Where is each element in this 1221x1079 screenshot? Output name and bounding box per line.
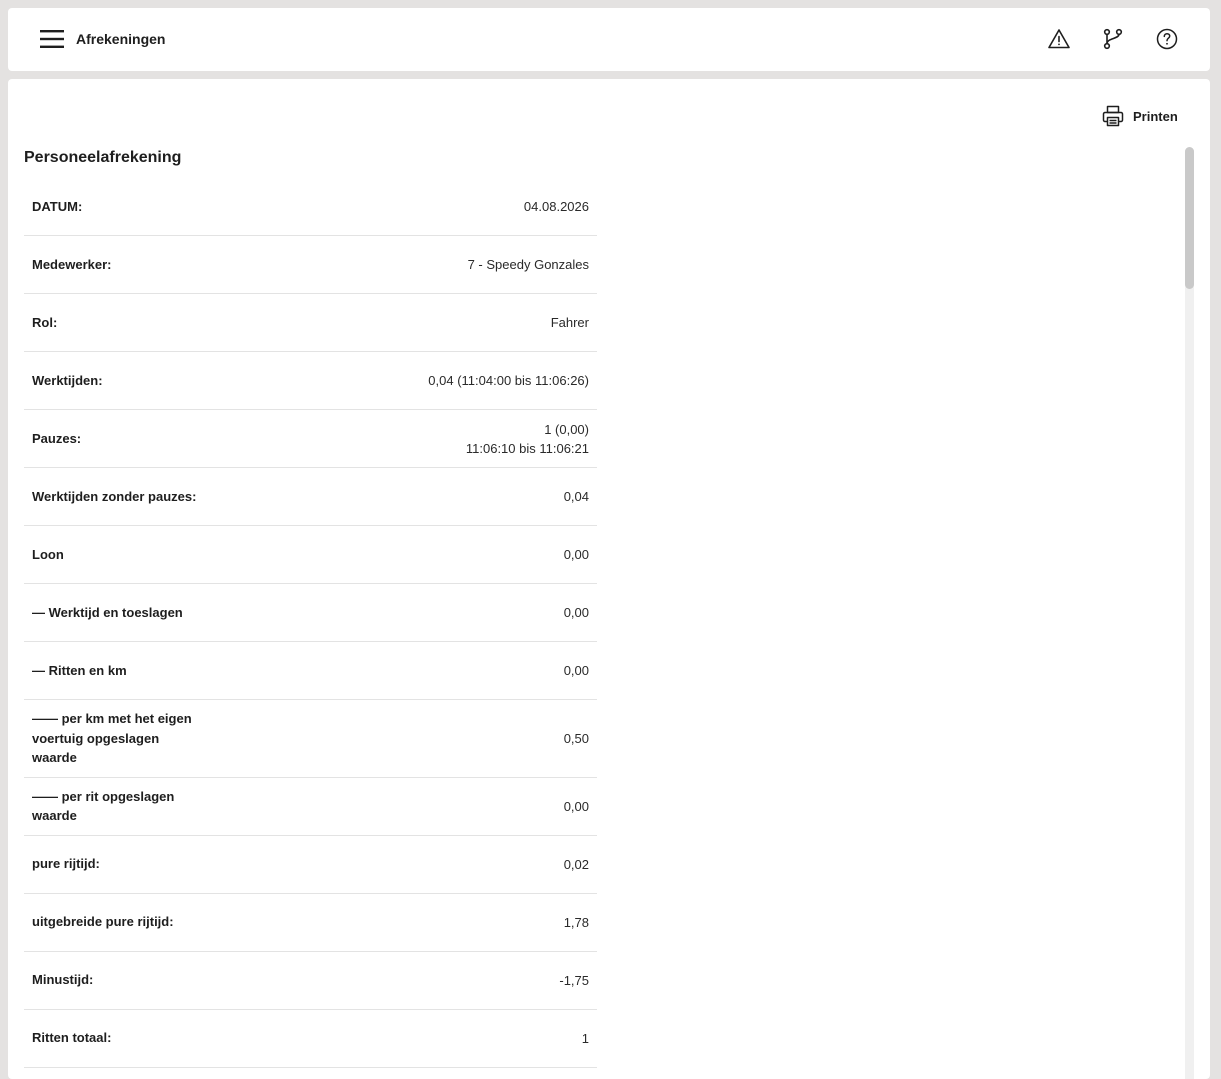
row-label: Werktijden zonder pauzes: (32, 488, 197, 504)
table-row-role: Rol: Fahrer (24, 294, 597, 352)
table-row-work-times: Werktijden: 0,04 (11:04:00 bis 11:06:26) (24, 352, 597, 410)
table-row-wage: Loon 0,00 (24, 526, 597, 584)
row-value: 0,00 (563, 605, 589, 620)
table-row-trips-total: Ritten totaal: 1 (24, 1010, 597, 1068)
row-label: Loon (32, 546, 64, 562)
print-label: Printen (1133, 108, 1178, 124)
row-label: — Werktijd en toeslagen (32, 604, 183, 620)
row-label: uitgebreide pure rijtijd: (32, 914, 174, 930)
menu-icon (40, 30, 64, 48)
table-row-trips-km: — Ritten en km 0,00 (24, 642, 597, 700)
row-value: 7 - Speedy Gonzales (467, 257, 589, 272)
warnings-button[interactable] (1045, 25, 1073, 53)
break-summary: 1 (0,00) (544, 421, 589, 437)
git-branch-icon (1103, 28, 1123, 50)
row-label: pure rijtijd: (32, 856, 100, 872)
scrollbar[interactable] (1185, 147, 1194, 1079)
row-value: -1,75 (559, 972, 589, 988)
table-row-work-times-without-breaks: Werktijden zonder pauzes: 0,04 (24, 468, 597, 526)
row-label: DATUM: (32, 198, 83, 214)
row-value: 0,00 (563, 547, 589, 562)
row-label: —— per rit opgeslagen waarde (32, 788, 175, 824)
scrollbar-thumb[interactable] (1185, 147, 1194, 289)
table-row-pure-driving-time: pure rijtijd: 0,02 (24, 836, 597, 894)
row-label: Ritten totaal: (32, 1030, 112, 1046)
row-value: Fahrer (550, 315, 589, 330)
row-label: Pauzes: (32, 430, 82, 446)
table-row-employee: Medewerker: 7 - Speedy Gonzales (24, 236, 597, 294)
row-label: Medewerker: (32, 256, 112, 272)
row-value: 0,00 (563, 798, 589, 814)
row-value: 1,78 (563, 914, 589, 930)
row-label: Minustijd: (32, 972, 94, 988)
row-value: 0,02 (563, 856, 589, 872)
help-button[interactable] (1153, 25, 1181, 53)
warning-icon (1048, 29, 1070, 49)
row-value: 1 (581, 1030, 589, 1046)
table-row-extended-driving-time: uitgebreide pure rijtijd: 1,78 (24, 894, 597, 952)
row-value: 04.08.2026 (523, 199, 589, 214)
row-label: Werktijden: (32, 372, 103, 388)
printer-icon (1102, 105, 1124, 127)
row-label: Rol: (32, 314, 58, 330)
row-value: 0,50 (563, 730, 589, 746)
table-row-minus-time: Minustijd: -1,75 (24, 952, 597, 1010)
row-label: — Ritten en km (32, 662, 127, 678)
row-value: 0,00 (563, 663, 589, 678)
row-value: 0,04 (11:04:00 bis 11:06:26) (428, 373, 589, 388)
row-value: 1 (0,00) 11:06:10 bis 11:06:21 (466, 420, 589, 458)
row-value: 0,04 (563, 489, 589, 504)
content-panel: Printen Personeelafrekening DATUM: 04.08… (8, 79, 1210, 1079)
row-label: —— per km met het eigen voertuig opgesla… (32, 711, 192, 765)
menu-button[interactable] (36, 26, 68, 52)
table-row-per-trip: —— per rit opgeslagen waarde 0,00 (24, 778, 597, 836)
help-icon (1156, 28, 1178, 50)
table-row-breaks: Pauzes: 1 (0,00) 11:06:10 bis 11:06:21 (24, 410, 597, 468)
table-row-per-km-own-vehicle: —— per km met het eigen voertuig opgesla… (24, 700, 597, 778)
page-title: Personeelafrekening (24, 149, 182, 166)
break-interval: 11:06:10 bis 11:06:21 (465, 440, 589, 456)
table-row-date: DATUM: 04.08.2026 (24, 178, 597, 236)
top-bar: Afrekeningen (8, 8, 1210, 71)
table-row-worktime-surcharges: — Werktijd en toeslagen 0,00 (24, 584, 597, 642)
version-button[interactable] (1099, 25, 1127, 53)
app-title: Afrekeningen (76, 31, 166, 47)
settlement-table: DATUM: 04.08.2026 Medewerker: 7 - Speedy… (24, 178, 597, 1068)
print-button[interactable]: Printen (1101, 103, 1178, 129)
